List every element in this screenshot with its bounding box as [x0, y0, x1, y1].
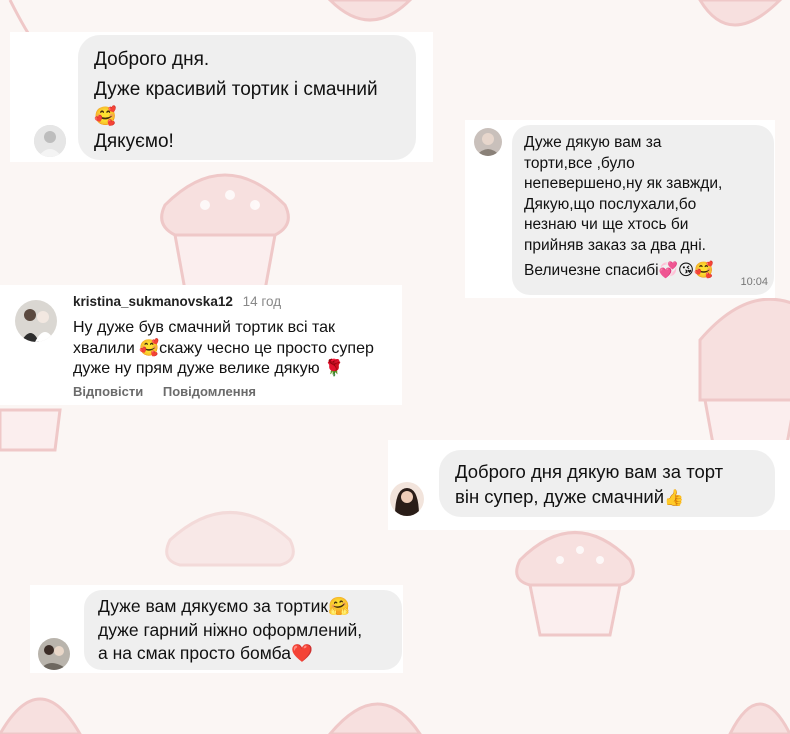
message-text: непевершено,ну як завжди, — [524, 175, 723, 193]
emoji-smiling-hearts-icon: 🥰 — [94, 106, 117, 126]
avatar-photo-icon — [474, 128, 502, 156]
report-link[interactable]: Повідомлення — [163, 384, 256, 399]
avatar[interactable] — [390, 482, 424, 516]
comment-header: kristina_sukmanovska12 14 год — [73, 294, 281, 309]
message-text: прийняв заказ за два дні. — [524, 236, 706, 254]
message-text: Дякуємо! — [94, 131, 174, 152]
emoji-hearts-kiss-icon: 💞😘🥰 — [658, 261, 714, 279]
message-text: а на смак просто бомба — [98, 643, 291, 663]
message-text: він супер, дуже смачний — [455, 486, 665, 507]
message-text: Ну дуже був смачний тортик всі так — [73, 319, 336, 336]
avatar[interactable] — [34, 125, 66, 157]
message-text: Дякую,що послухали,бо — [524, 195, 697, 213]
avatar-photo-icon — [34, 125, 66, 157]
message-text: торти,все ,було — [524, 154, 635, 172]
emoji-smiling-hearts-icon: 🥰 — [139, 339, 160, 357]
avatar-photo-icon — [38, 638, 70, 670]
message-text: Величезне спасибі — [524, 261, 659, 279]
message-text: Дуже вам дякуємо за тортик — [98, 596, 329, 616]
message-bubble: Доброго дня. Дуже красивий тортик і смач… — [78, 35, 416, 160]
avatar-photo-icon — [390, 482, 424, 516]
message-bubble: Дуже дякую вам за торти,все ,було непеве… — [512, 125, 774, 295]
emoji-rose-icon: 🌹 — [324, 360, 344, 377]
message-text: Доброго дня дякую вам за торт — [455, 461, 724, 482]
comment-body: Ну дуже був смачний тортик всі так хвали… — [73, 318, 374, 380]
comment-actions: Відповісти Повідомлення — [73, 384, 256, 399]
message-text: Доброго дня. — [94, 49, 210, 70]
reply-link[interactable]: Відповісти — [73, 384, 143, 399]
emoji-hugging-icon: 🤗 — [328, 596, 350, 616]
avatar[interactable] — [15, 300, 57, 342]
message-text: Дуже дякую вам за — [524, 134, 662, 151]
message-timestamp: 10:04 — [740, 276, 768, 289]
avatar[interactable] — [38, 638, 70, 670]
message-text: Дуже красивий тортик і смачний — [94, 79, 378, 100]
message-text: дуже гарний ніжно оформлений, — [98, 619, 363, 640]
message-bubble: Дуже вам дякуємо за тортик🤗 дуже гарний … — [84, 590, 402, 670]
message-text: дуже ну прям дуже велике дякую — [73, 360, 325, 377]
comment-username[interactable]: kristina_sukmanovska12 — [73, 294, 233, 309]
emoji-thumbs-up-icon: 👍 — [664, 490, 685, 507]
avatar-photo-icon — [15, 300, 57, 342]
message-bubble: Доброго дня дякую вам за торт він супер,… — [439, 450, 775, 517]
emoji-red-heart-icon: ❤️ — [290, 643, 313, 663]
comment-age: 14 год — [242, 294, 282, 309]
avatar[interactable] — [474, 128, 502, 156]
message-text: хвалили — [73, 339, 140, 357]
message-text: скажу чесно це просто супер — [159, 339, 374, 357]
message-text: незнаю чи ще хтось би — [524, 216, 689, 234]
